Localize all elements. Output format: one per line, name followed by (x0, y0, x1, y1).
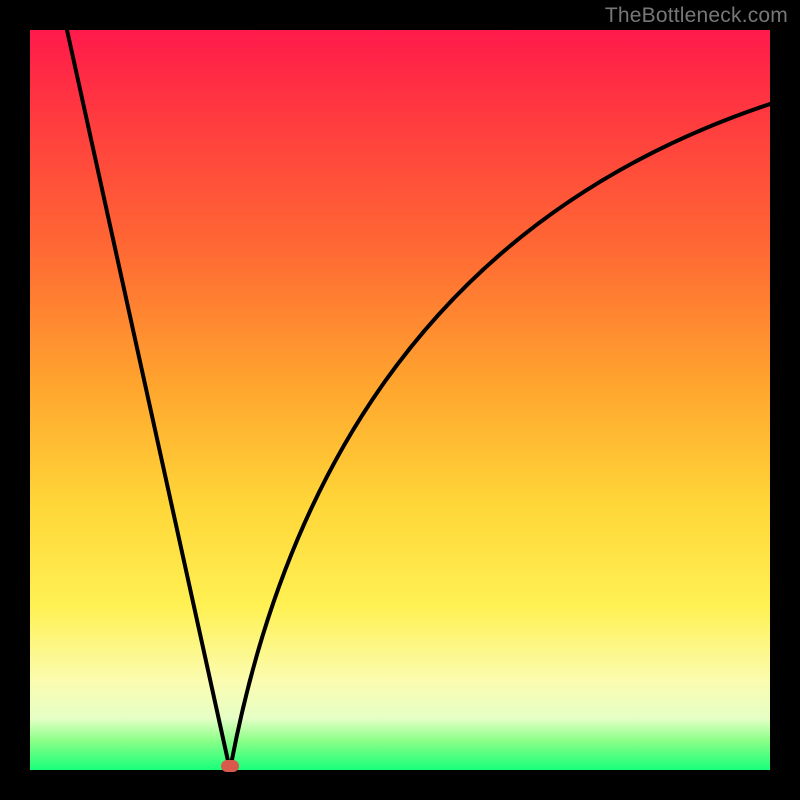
curve-right-branch (230, 104, 770, 770)
curve-left-branch (67, 30, 230, 770)
chart-frame: TheBottleneck.com (0, 0, 800, 800)
watermark-text: TheBottleneck.com (605, 4, 788, 28)
plot-area (30, 30, 770, 770)
bottleneck-curve (30, 30, 770, 770)
minimum-marker (221, 760, 239, 772)
